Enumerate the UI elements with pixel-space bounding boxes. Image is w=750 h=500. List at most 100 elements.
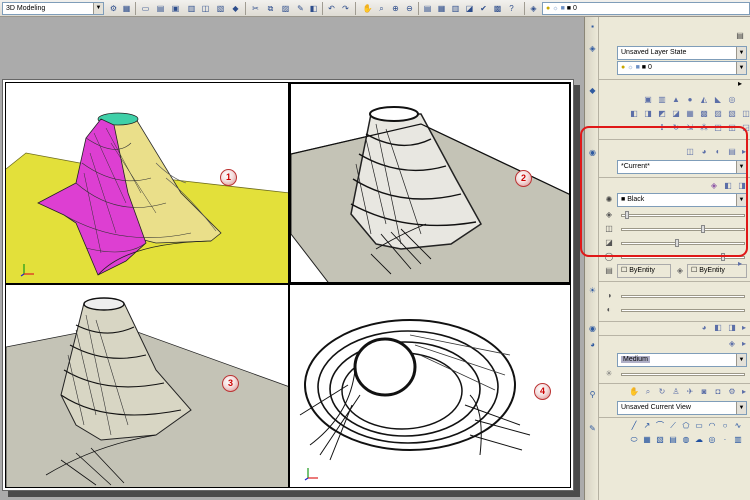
workspace-settings-icon[interactable]: ⚙ <box>108 3 119 14</box>
layer-combo[interactable]: ● ☼ ■ ■ 0 <box>542 2 750 15</box>
paste-icon[interactable]: ▨ <box>280 3 291 14</box>
3d-dwf-icon[interactable]: ◆ <box>230 3 241 14</box>
linetype-icon[interactable]: ▤ <box>604 266 614 276</box>
intersect-icon[interactable]: ▧ <box>727 109 737 119</box>
3d-make-panel-icon[interactable]: ◆ <box>587 85 598 96</box>
polyline-icon[interactable]: ⌒ <box>655 421 665 431</box>
arc-icon[interactable]: ◠ <box>707 421 717 431</box>
workspace-grid-icon[interactable]: ▦ <box>121 3 132 14</box>
named-view-combo[interactable]: Unsaved Current View ▼ <box>617 401 747 415</box>
save-icon[interactable]: ▣ <box>170 3 181 14</box>
cylinder-icon[interactable]: ▥ <box>657 95 667 105</box>
settings-icon[interactable]: ⚙ <box>727 387 737 397</box>
ray-icon[interactable]: ↗ <box>642 421 652 431</box>
panel-expand-icon[interactable]: ▸ <box>735 79 745 89</box>
gradient-icon[interactable]: ▤ <box>668 435 678 445</box>
ellipse-icon[interactable]: ⬭ <box>629 435 639 445</box>
navigate-panel-icon[interactable]: ⚲ <box>587 389 598 400</box>
viewport-1[interactable]: 1 <box>5 82 289 284</box>
region-icon[interactable]: ◍ <box>681 435 691 445</box>
lights-panel-icon[interactable]: ☀ <box>587 285 598 296</box>
viewport-2[interactable]: 2 <box>289 82 571 284</box>
undo-icon[interactable]: ↶ <box>326 3 337 14</box>
xline-icon[interactable]: ⟋ <box>668 421 678 431</box>
panel-expand-icon[interactable]: ▸ <box>739 387 749 397</box>
brightness-slider[interactable] <box>621 295 745 298</box>
viewport-3[interactable]: 3 <box>5 284 289 488</box>
draw-panel-icon[interactable]: ✎ <box>587 423 598 434</box>
slice-icon[interactable]: ◫ <box>741 109 750 119</box>
drawing-area[interactable]: 1 2 3 4 <box>0 17 584 500</box>
block-editor-icon[interactable]: ◧ <box>308 3 319 14</box>
plot-preview-icon[interactable]: ◫ <box>200 3 211 14</box>
materials-panel-icon[interactable]: ◉ <box>587 323 598 334</box>
properties-icon[interactable]: ▤ <box>422 3 433 14</box>
zoom-realtime-icon[interactable]: ⌕ <box>376 3 387 14</box>
redo-icon[interactable]: ↷ <box>340 3 351 14</box>
donut-icon[interactable]: ◎ <box>707 435 717 445</box>
torus-icon[interactable]: ◎ <box>727 95 737 105</box>
panel-expand-icon[interactable]: ▸ <box>735 259 745 269</box>
walk-icon[interactable]: ♙ <box>671 387 681 397</box>
block-icon[interactable]: ▦ <box>642 435 652 445</box>
render-icon[interactable]: ◈ <box>727 339 737 349</box>
layers-panel-icon[interactable]: ◈ <box>587 43 598 54</box>
subtract-icon[interactable]: ▨ <box>713 109 723 119</box>
hatch-icon[interactable]: ▧ <box>655 435 665 445</box>
chevron-down-icon[interactable]: ▼ <box>93 3 103 14</box>
pan-icon[interactable]: ✋ <box>362 3 373 14</box>
tool-palettes-icon[interactable]: ▥ <box>450 3 461 14</box>
extrude-icon[interactable]: ◧ <box>629 109 639 119</box>
panel-expand-icon[interactable]: ▸ <box>739 339 749 349</box>
contrast-slider[interactable] <box>621 309 745 312</box>
lineweight-icon[interactable]: ◈ <box>675 266 685 276</box>
3d-pan-icon[interactable]: ✋ <box>629 387 639 397</box>
layer-combo[interactable]: ● ☼ ■ ■ 0 ▼ <box>617 61 747 75</box>
view-icon[interactable]: ◘ <box>713 387 723 397</box>
render-region-icon[interactable]: ✳ <box>604 369 614 379</box>
chevron-down-icon[interactable]: ▼ <box>736 354 746 366</box>
camera-icon[interactable]: ◙ <box>699 387 709 397</box>
copy-icon[interactable]: ⧉ <box>265 3 276 14</box>
chevron-down-icon[interactable]: ▼ <box>736 47 746 59</box>
new-icon[interactable]: ▭ <box>140 3 151 14</box>
plot-icon[interactable]: ▥ <box>186 3 197 14</box>
rectangle-icon[interactable]: ▭ <box>694 421 704 431</box>
presspull-icon[interactable]: ◨ <box>643 109 653 119</box>
match-icon[interactable]: ✎ <box>295 3 306 14</box>
point-icon[interactable]: · <box>720 435 730 445</box>
viewport-4[interactable]: 4 <box>289 284 571 488</box>
help-icon[interactable]: ? <box>506 3 517 14</box>
materials-icon[interactable]: ◕ <box>699 323 709 333</box>
sweep-icon[interactable]: ◩ <box>657 109 667 119</box>
zoom-window-icon[interactable]: ⊕ <box>390 3 401 14</box>
workspace-combo[interactable]: 3D Modeling ▼ <box>2 2 104 15</box>
3d-zoom-icon[interactable]: ⌕ <box>643 387 653 397</box>
layer-state-combo[interactable]: Unsaved Layer State ▼ <box>617 46 747 60</box>
render-quality-slider[interactable] <box>621 373 745 376</box>
checkbox-icon[interactable]: ☐ <box>621 267 627 274</box>
markup-icon[interactable]: ✔ <box>478 3 489 14</box>
render-panel-icon[interactable]: ◕ <box>587 339 598 350</box>
chevron-down-icon[interactable]: ▼ <box>736 402 746 414</box>
open-icon[interactable]: ▤ <box>155 3 166 14</box>
cone-icon[interactable]: ▲ <box>671 95 681 105</box>
union-icon[interactable]: ▩ <box>699 109 709 119</box>
panel-expand-icon[interactable]: ▸ <box>739 323 749 333</box>
polygon-icon[interactable]: ⬠ <box>681 421 691 431</box>
brightness-icon[interactable]: ◑ <box>604 291 614 301</box>
calculator-icon[interactable]: ▩ <box>492 3 503 14</box>
render-preset-combo[interactable]: Medium ▼ <box>617 353 747 367</box>
sphere-icon[interactable]: ● <box>685 95 695 105</box>
cut-icon[interactable]: ✂ <box>250 3 261 14</box>
contrast-icon[interactable]: ◐ <box>604 305 614 315</box>
loft-icon[interactable]: ▦ <box>685 109 695 119</box>
revcloud-icon[interactable]: ☁ <box>694 435 704 445</box>
linetype-combo[interactable]: ☐ ByEntity <box>617 264 671 278</box>
publish-icon[interactable]: ▧ <box>215 3 226 14</box>
design-center-icon[interactable]: ▦ <box>436 3 447 14</box>
attach-material-icon[interactable]: ◨ <box>727 323 737 333</box>
layer-icon[interactable]: ◈ <box>528 3 539 14</box>
zoom-previous-icon[interactable]: ⊖ <box>404 3 415 14</box>
material-mapping-icon[interactable]: ◧ <box>713 323 723 333</box>
